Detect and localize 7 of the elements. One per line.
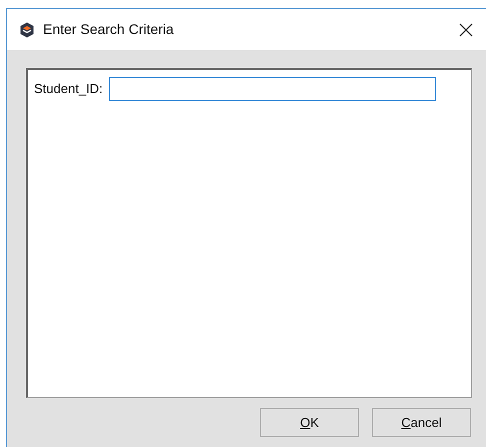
input-field[interactable] [108, 77, 436, 101]
ok-button[interactable]: OK [260, 408, 359, 437]
cancel-button[interactable]: Cancel [372, 408, 471, 437]
field-label: Student_ID: [34, 80, 103, 98]
app-logo-icon [19, 22, 35, 38]
window-title: Enter Search Criteria [43, 20, 174, 39]
close-icon [459, 22, 473, 36]
